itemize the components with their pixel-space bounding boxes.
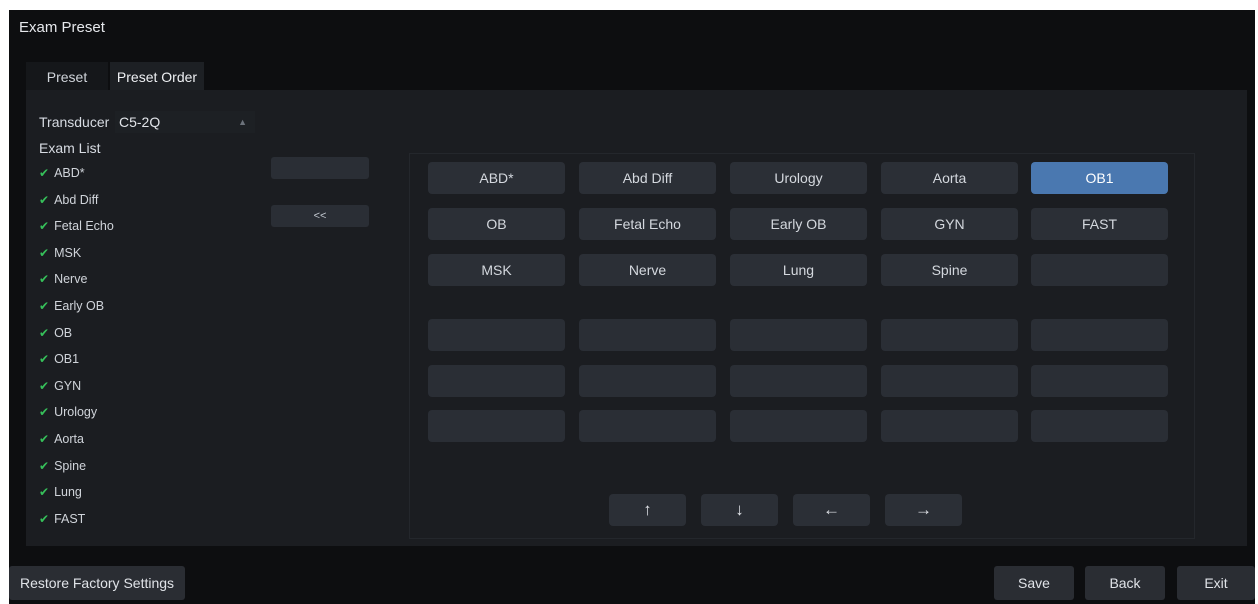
transducer-value: C5-2Q [119, 114, 161, 130]
save-button[interactable]: Save [994, 566, 1074, 600]
exam-list-item-label: Lung [54, 485, 82, 500]
preset-slot-button[interactable]: Fetal Echo [579, 208, 716, 240]
exam-list-item-label: ABD* [54, 166, 85, 180]
exam-list-item-label: Urology [54, 405, 98, 420]
preset-slot-button[interactable]: Spine [881, 254, 1018, 286]
empty-preset-slot[interactable] [1031, 365, 1168, 397]
exam-list-item-label: Nerve [54, 272, 88, 287]
exam-list-item-label: Fetal Echo [54, 219, 114, 234]
empty-preset-slot[interactable] [579, 410, 716, 442]
exam-list-item[interactable]: ✔ Nerve [39, 266, 259, 293]
arrow-up-icon: ↑ [643, 500, 652, 519]
exam-list-item-label: OB1 [54, 352, 80, 367]
exam-list-item-label: Early OB [54, 298, 105, 313]
exam-list-item[interactable]: ✔ ABD* [39, 160, 259, 187]
exam-list-item[interactable]: ✔ OB1 [39, 346, 259, 373]
exam-list-item[interactable]: ✔ Spine [39, 453, 259, 480]
arrow-right-icon: → [915, 500, 932, 519]
exam-list-item[interactable]: ✔ Aorta [39, 426, 259, 453]
preset-slot-button[interactable]: ABD* [428, 162, 565, 194]
preset-slot-button[interactable]: OB1 [1031, 162, 1168, 194]
empty-preset-slot[interactable] [730, 319, 867, 351]
preset-slot-button[interactable]: Nerve [579, 254, 716, 286]
preset-slot-button[interactable]: FAST [1031, 208, 1168, 240]
checkmark-icon: ✔ [39, 485, 50, 500]
checkmark-icon: ✔ [39, 192, 50, 207]
empty-preset-slot[interactable] [1031, 410, 1168, 442]
move-up-button[interactable]: ↑ [609, 494, 686, 526]
exam-list-item[interactable]: ✔ FAST [39, 506, 259, 533]
checkmark-icon: ✔ [39, 458, 50, 473]
arrow-down-icon: ↓ [735, 500, 744, 519]
window-title: Exam Preset [19, 19, 105, 36]
exam-list-item-label: Aorta [54, 431, 84, 446]
exam-list-item[interactable]: ✔ Early OB [39, 293, 259, 320]
restore-factory-settings-button[interactable]: Restore Factory Settings [9, 566, 185, 600]
transducer-select[interactable]: C5-2Q ▲ [115, 111, 255, 133]
empty-preset-slot[interactable] [881, 410, 1018, 442]
exam-list-item[interactable]: ✔ Abd Diff [39, 187, 259, 214]
preset-slot-button[interactable]: MSK [428, 254, 565, 286]
exam-list-item-label: GYN [54, 378, 82, 393]
exam-preset-window: Exam Preset Preset Preset Order Transduc… [9, 10, 1255, 604]
checkmark-icon: ✔ [39, 325, 50, 340]
checkmark-icon: ✔ [39, 378, 50, 393]
empty-preset-slot[interactable] [881, 365, 1018, 397]
preset-slot-button[interactable]: Urology [730, 162, 867, 194]
remove-from-order-button[interactable]: << [271, 205, 369, 227]
empty-preset-slot[interactable] [1031, 319, 1168, 351]
move-right-button[interactable]: → [885, 494, 962, 526]
exam-list-item-label: Spine [54, 458, 87, 473]
checkmark-icon: ✔ [39, 272, 50, 287]
transducer-label: Transducer [39, 114, 110, 130]
exam-list-item-label: Abd Diff [54, 192, 99, 207]
empty-preset-slot[interactable] [428, 365, 565, 397]
empty-preset-slot[interactable] [579, 365, 716, 397]
checkmark-icon: ✔ [39, 245, 50, 260]
checkmark-icon: ✔ [39, 431, 50, 446]
preset-slot-button[interactable]: OB [428, 208, 565, 240]
exam-list-item[interactable]: ✔ OB [39, 320, 259, 347]
preset-slot-button[interactable]: GYN [881, 208, 1018, 240]
dropdown-caret-icon: ▲ [238, 117, 247, 127]
empty-preset-slot[interactable] [428, 319, 565, 351]
exam-list: ✔ ABD* ✔ Abd Diff ✔ Fetal Echo ✔ MSK ✔ Nerve ✔ Earl… [39, 160, 259, 532]
checkmark-icon: ✔ [39, 405, 50, 420]
add-to-order-button[interactable] [271, 157, 369, 179]
exam-list-item-label: MSK [54, 245, 82, 260]
exam-list-item-label: OB [54, 325, 73, 340]
preset-slot-button[interactable]: Lung [730, 254, 867, 286]
empty-preset-slot[interactable] [1031, 254, 1168, 286]
tab-preset-order[interactable]: Preset Order [110, 62, 204, 92]
back-button[interactable]: Back [1085, 566, 1165, 600]
exam-list-item[interactable]: ✔ GYN [39, 373, 259, 400]
arrow-left-icon: ← [823, 500, 840, 519]
exam-list-label: Exam List [39, 140, 101, 156]
exam-list-item-label: FAST [54, 511, 86, 526]
preset-slot-button[interactable]: Abd Diff [579, 162, 716, 194]
empty-preset-slot[interactable] [881, 319, 1018, 351]
checkmark-icon: ✔ [39, 298, 50, 313]
preset-slot-button[interactable]: Early OB [730, 208, 867, 240]
empty-preset-slot[interactable] [730, 410, 867, 442]
empty-preset-slot[interactable] [730, 365, 867, 397]
preset-slot-button[interactable]: Aorta [881, 162, 1018, 194]
empty-preset-slot[interactable] [579, 319, 716, 351]
move-left-button[interactable]: ← [793, 494, 870, 526]
exam-list-item[interactable]: ✔ MSK [39, 240, 259, 267]
empty-preset-slot[interactable] [428, 410, 565, 442]
exam-list-item[interactable]: ✔ Fetal Echo [39, 213, 259, 240]
checkmark-icon: ✔ [39, 219, 50, 234]
tab-preset[interactable]: Preset [26, 62, 108, 92]
checkmark-icon: ✔ [39, 352, 50, 367]
exam-list-item[interactable]: ✔ Urology [39, 399, 259, 426]
checkmark-icon: ✔ [39, 511, 50, 526]
checkmark-icon: ✔ [39, 166, 50, 180]
exam-list-item[interactable]: ✔ Lung [39, 479, 259, 506]
move-down-button[interactable]: ↓ [701, 494, 778, 526]
preset-order-panel: Transducer C5-2Q ▲ Exam List ✔ ABD* ✔ Abd D… [26, 90, 1247, 546]
exit-button[interactable]: Exit [1177, 566, 1255, 600]
